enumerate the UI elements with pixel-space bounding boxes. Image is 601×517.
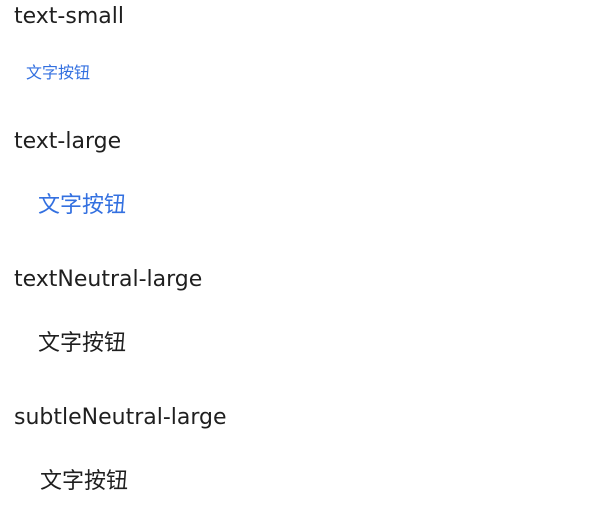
- section-label-subtle-neutral-large: subtleNeutral-large: [14, 405, 227, 430]
- text-button-large[interactable]: 文字按钮: [38, 191, 126, 221]
- section-label-text-large: text-large: [14, 129, 122, 154]
- section-label-text-small: text-small: [14, 4, 124, 29]
- subtle-neutral-button-large[interactable]: 文字按钮: [40, 467, 128, 497]
- text-button-small[interactable]: 文字按钮: [26, 62, 90, 84]
- text-neutral-button-large[interactable]: 文字按钮: [38, 329, 126, 359]
- section-label-text-neutral-large: textNeutral-large: [14, 267, 203, 292]
